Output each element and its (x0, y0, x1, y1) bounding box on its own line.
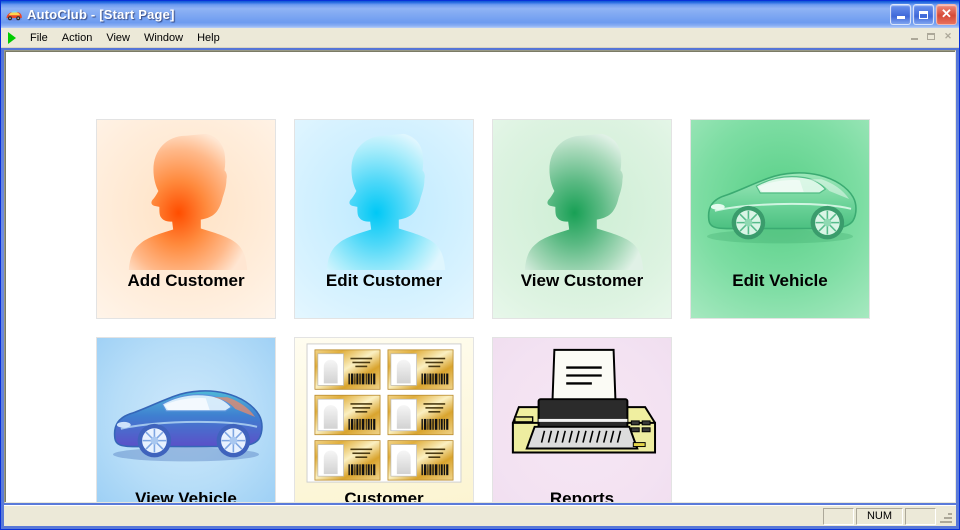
tile-label-edit-vehicle: Edit Vehicle (732, 271, 828, 290)
start-page-client-area: Add Customer Edit Customer View Customer… (4, 50, 956, 503)
status-pane-1 (823, 507, 854, 525)
maximize-button[interactable] (913, 4, 934, 25)
menu-item-window[interactable]: Window (137, 30, 190, 46)
menu-bar: File Action View Window Help ✕ (1, 28, 959, 48)
client-area-wrapper: Add Customer Edit Customer View Customer… (1, 48, 959, 503)
status-bar: NUM (4, 505, 956, 526)
tile-label-view-customer: View Customer (520, 271, 644, 290)
minimize-button[interactable] (890, 4, 911, 25)
tile-label-customer-cards: Customer Cards (344, 489, 424, 503)
person-silhouette-icon (295, 120, 473, 270)
dot-matrix-printer-icon (493, 338, 671, 488)
membership-cards-icon (295, 338, 473, 488)
close-icon: ✕ (941, 6, 952, 21)
tile-reports[interactable]: Reports (492, 337, 672, 503)
start-page-tile-grid: Add Customer Edit Customer View Customer… (96, 119, 870, 503)
mdi-child-controls: ✕ (906, 29, 956, 43)
title-bar[interactable]: AutoClub - [Start Page] ✕ (1, 1, 959, 28)
tile-label-add-customer: Add Customer (127, 271, 245, 290)
menu-item-action[interactable]: Action (55, 30, 100, 46)
close-button[interactable]: ✕ (936, 4, 957, 25)
resize-grip[interactable] (938, 508, 954, 525)
tile-customer-cards[interactable]: Customer Cards (294, 337, 474, 503)
menu-item-view[interactable]: View (99, 30, 137, 46)
status-pane-num-lock: NUM (856, 507, 903, 525)
car-icon (5, 6, 23, 24)
green-triangle-icon[interactable] (4, 30, 20, 46)
status-bar-wrapper: NUM (1, 503, 959, 529)
window-controls: ✕ (890, 4, 957, 25)
tile-add-customer[interactable]: Add Customer (96, 119, 276, 319)
person-silhouette-icon (97, 120, 275, 270)
tile-edit-vehicle[interactable]: Edit Vehicle (690, 119, 870, 319)
status-message (6, 508, 821, 525)
tile-label-edit-customer: Edit Customer (325, 271, 443, 290)
menu-item-file[interactable]: File (23, 30, 55, 46)
window-title: AutoClub - [Start Page] (27, 7, 175, 22)
mdi-minimize-button[interactable] (906, 29, 922, 43)
convertible-car-icon (691, 120, 869, 270)
tile-label-reports: Reports (549, 489, 615, 503)
convertible-car-icon (97, 338, 275, 488)
tile-view-customer[interactable]: View Customer (492, 119, 672, 319)
tile-edit-customer[interactable]: Edit Customer (294, 119, 474, 319)
mdi-restore-button[interactable] (923, 29, 939, 43)
application-window: AutoClub - [Start Page] ✕ File Action Vi… (0, 0, 960, 530)
tile-label-view-vehicle: View Vehicle (135, 489, 237, 503)
person-silhouette-icon (493, 120, 671, 270)
tile-view-vehicle[interactable]: View Vehicle (96, 337, 276, 503)
mdi-close-button[interactable]: ✕ (940, 29, 956, 43)
menu-item-help[interactable]: Help (190, 30, 227, 46)
status-pane-3 (905, 507, 936, 525)
